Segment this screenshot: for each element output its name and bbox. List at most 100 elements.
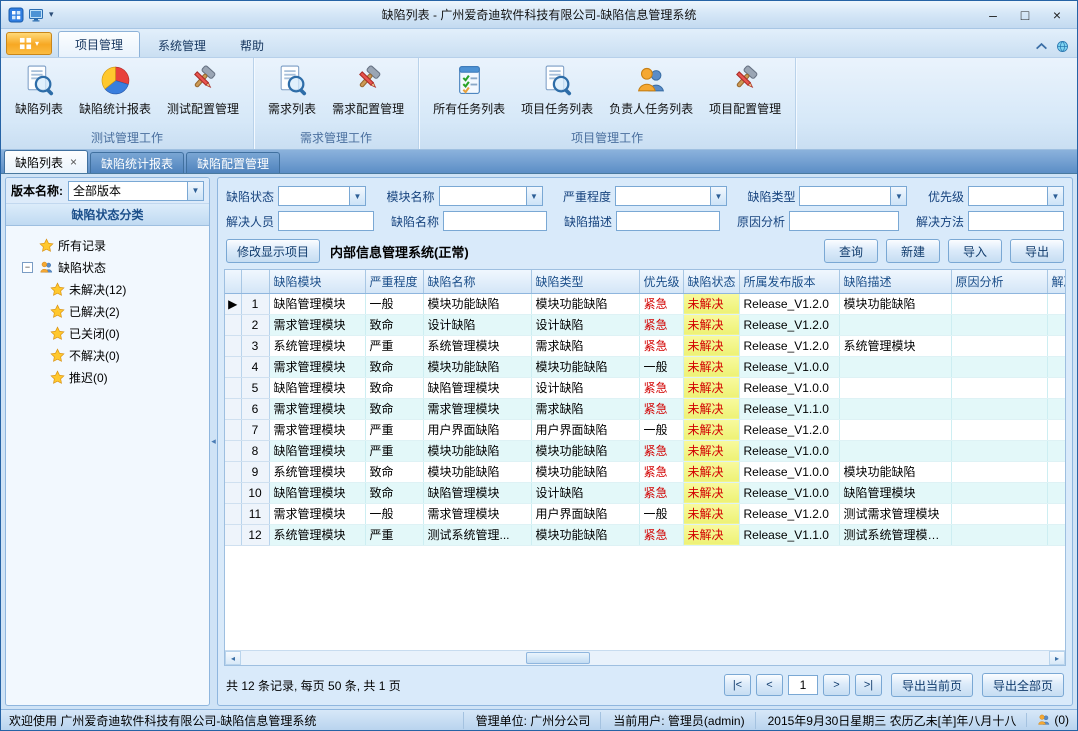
row-selector[interactable] (225, 503, 241, 524)
scrollbar-track[interactable] (241, 651, 1049, 665)
grid-cell[interactable]: 设计缺陷 (531, 482, 639, 503)
grid-cell[interactable]: 设计缺陷 (531, 314, 639, 335)
row-selector[interactable] (225, 314, 241, 335)
version-combo[interactable]: 全部版本 ▼ (68, 181, 204, 201)
grid-cell[interactable]: 一般 (639, 503, 683, 524)
online-users[interactable]: (0) (1026, 713, 1069, 727)
severity-filter-combo[interactable]: ▼ (615, 186, 727, 206)
page-number-input[interactable] (788, 675, 818, 695)
row-selector[interactable] (225, 398, 241, 419)
grid-cell[interactable]: 致命 (365, 482, 423, 503)
grid-cell[interactable] (1047, 524, 1065, 545)
grid-cell[interactable]: 模块功能缺陷 (839, 293, 951, 314)
scroll-right-icon[interactable]: ▸ (1049, 651, 1065, 665)
grid-cell[interactable]: Release_V1.2.0 (739, 335, 839, 356)
collapse-icon[interactable]: − (22, 262, 33, 273)
grid-cell[interactable]: 缺陷管理模块 (269, 482, 365, 503)
grid-cell[interactable] (951, 440, 1047, 461)
column-header-module[interactable]: 缺陷模块 (269, 270, 365, 293)
prev-page-button[interactable]: < (756, 674, 783, 696)
grid-cell[interactable]: 缺陷管理模块 (269, 377, 365, 398)
last-page-button[interactable]: >| (855, 674, 882, 696)
grid-cell[interactable] (1047, 440, 1065, 461)
grid-cell[interactable]: 测试系统管理模块... (839, 524, 951, 545)
grid-cell[interactable] (839, 398, 951, 419)
chevron-down-icon[interactable]: ▾ (49, 9, 54, 20)
grid-cell[interactable]: 严重 (365, 524, 423, 545)
maximize-button[interactable]: □ (1009, 4, 1041, 26)
grid-cell[interactable]: 模块功能缺陷 (531, 293, 639, 314)
export-current-page-button[interactable]: 导出当前页 (891, 673, 973, 697)
close-icon[interactable]: × (70, 156, 77, 168)
grid-cell[interactable]: 系统管理模块 (269, 335, 365, 356)
grid-cell[interactable] (951, 335, 1047, 356)
grid-cell[interactable] (951, 377, 1047, 398)
grid-cell[interactable]: 未解决 (683, 419, 739, 440)
defect-description-filter-input[interactable] (616, 211, 720, 231)
grid-cell[interactable]: 紧急 (639, 314, 683, 335)
grid-cell[interactable]: 紧急 (639, 461, 683, 482)
close-button[interactable]: × (1041, 4, 1073, 26)
grid-cell[interactable]: Release_V1.2.0 (739, 503, 839, 524)
grid-cell[interactable] (951, 314, 1047, 335)
next-page-button[interactable]: > (823, 674, 850, 696)
scroll-left-icon[interactable]: ◂ (225, 651, 241, 665)
row-selector[interactable] (225, 482, 241, 503)
scrollbar-thumb[interactable] (526, 652, 590, 664)
grid-cell[interactable]: 致命 (365, 314, 423, 335)
column-header-name[interactable]: 缺陷名称 (423, 270, 531, 293)
grid-cell[interactable]: 紧急 (639, 293, 683, 314)
grid-cell[interactable]: 未解决 (683, 440, 739, 461)
grid-cell[interactable]: Release_V1.0.0 (739, 440, 839, 461)
row-selector[interactable] (225, 419, 241, 440)
chevron-up-icon[interactable] (1035, 40, 1048, 53)
cause-analysis-filter-input[interactable] (789, 211, 899, 231)
grid-cell[interactable]: 致命 (365, 356, 423, 377)
grid-cell[interactable]: 紧急 (639, 440, 683, 461)
app-menu-button[interactable]: ▾ (6, 32, 52, 55)
grid-cell[interactable] (951, 356, 1047, 377)
modify-columns-button[interactable]: 修改显示项目 (226, 239, 320, 263)
row-selector[interactable]: ▶ (225, 293, 241, 314)
solution-filter-input[interactable] (968, 211, 1064, 231)
chevron-down-icon[interactable]: ▼ (710, 187, 726, 205)
grid-cell[interactable]: 缺陷管理模块 (269, 293, 365, 314)
defect-list-button[interactable]: 缺陷列表 (7, 61, 71, 119)
tab-project-mgmt[interactable]: 项目管理 (58, 31, 140, 57)
grid-cell[interactable]: Release_V1.0.0 (739, 461, 839, 482)
grid-cell[interactable]: Release_V1.1.0 (739, 524, 839, 545)
horizontal-scrollbar[interactable]: ◂ ▸ (225, 650, 1065, 665)
tree-item-closed[interactable]: 已关闭(0) (10, 322, 205, 344)
chevron-down-icon[interactable]: ▼ (1047, 187, 1063, 205)
grid-cell[interactable]: 需求管理模块 (269, 356, 365, 377)
doc-tab-defect-list[interactable]: 缺陷列表× (4, 150, 88, 173)
grid-cell[interactable] (1047, 377, 1065, 398)
grid-cell[interactable] (951, 293, 1047, 314)
table-row[interactable]: 5缺陷管理模块致命缺陷管理模块设计缺陷紧急未解决Release_V1.0.0 (225, 377, 1065, 398)
grid-cell[interactable]: 模块功能缺陷 (423, 461, 531, 482)
grid-cell[interactable] (951, 503, 1047, 524)
grid-cell[interactable]: 缺陷管理模块 (269, 440, 365, 461)
grid-cell[interactable]: 缺陷管理模块 (423, 377, 531, 398)
grid-cell[interactable]: Release_V1.2.0 (739, 293, 839, 314)
tree-item-not-resolve[interactable]: 不解决(0) (10, 344, 205, 366)
grid-cell[interactable] (951, 524, 1047, 545)
grid-cell[interactable]: 模块功能缺陷 (531, 440, 639, 461)
grid-cell[interactable] (839, 314, 951, 335)
grid-cell[interactable]: 严重 (365, 419, 423, 440)
table-row[interactable]: 12系统管理模块严重测试系统管理...模块功能缺陷紧急未解决Release_V1… (225, 524, 1065, 545)
grid-cell[interactable] (1047, 293, 1065, 314)
column-header-type[interactable]: 缺陷类型 (531, 270, 639, 293)
tree-item-unresolved[interactable]: 未解决(12) (10, 278, 205, 300)
grid-cell[interactable]: 需求管理模块 (269, 419, 365, 440)
grid-cell[interactable]: 未解决 (683, 398, 739, 419)
grid-cell[interactable] (1047, 419, 1065, 440)
grid-cell[interactable]: 严重 (365, 335, 423, 356)
grid-cell[interactable]: 未解决 (683, 377, 739, 398)
tree-item-defect-status[interactable]: −缺陷状态 (10, 256, 205, 278)
chevron-down-icon[interactable]: ▼ (349, 187, 365, 205)
grid-cell[interactable]: 模块功能缺陷 (531, 461, 639, 482)
grid-cell[interactable]: 需求管理模块 (423, 398, 531, 419)
grid-cell[interactable]: 未解决 (683, 524, 739, 545)
grid-cell[interactable] (1047, 335, 1065, 356)
